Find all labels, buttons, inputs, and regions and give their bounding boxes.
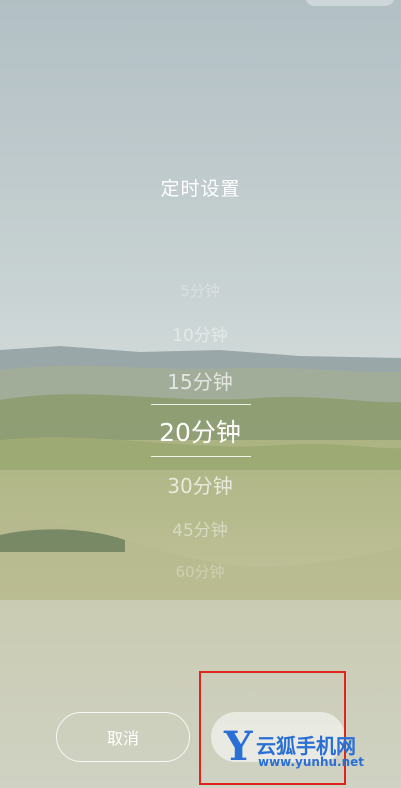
top-handle (305, 0, 395, 6)
picker-option-60[interactable]: 60分钟 (100, 561, 300, 582)
cancel-button-label: 取消 (106, 729, 139, 748)
selection-divider-bottom (151, 456, 251, 457)
watermark-letter: Y (224, 723, 253, 770)
dialog-title: 定时设置 (160, 178, 241, 200)
cancel-button[interactable]: 取消 (56, 712, 190, 762)
picker-option-45[interactable]: 45分钟 (100, 516, 300, 541)
picker-option-15[interactable]: 15分钟 (100, 366, 300, 395)
picker-option-5[interactable]: 5分钟 (100, 280, 300, 301)
watermark-url: www.yunhu.net (258, 755, 365, 769)
watermark-logo: Y 云狐手机网 www.yunhu.net (224, 723, 401, 775)
picker-option-20-selected[interactable]: 20分钟 (100, 413, 300, 449)
selection-divider-top (151, 404, 251, 405)
picker-option-30[interactable]: 30分钟 (100, 470, 300, 499)
picker-option-10[interactable]: 10分钟 (100, 321, 300, 346)
